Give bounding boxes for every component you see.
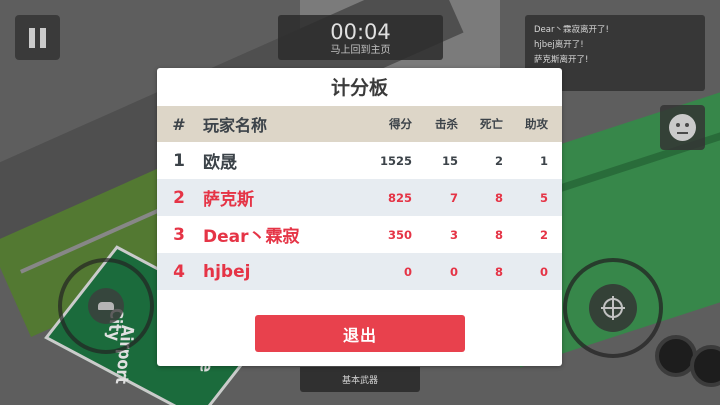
player-score: 1525 (379, 153, 412, 168)
scoreboard-header-row: # 玩家名称 得分 击杀 死亡 助攻 (157, 106, 562, 142)
header-deaths: 死亡 (480, 117, 503, 131)
player-assists: 0 (539, 264, 548, 279)
player-deaths: 2 (494, 153, 503, 168)
player-score: 0 (403, 264, 412, 279)
player-rank: 4 (173, 261, 185, 282)
table-row: 2 萨克斯 825 7 8 5 (157, 179, 562, 216)
table-row: 3 Dear丶霖寂 350 3 8 2 (157, 216, 562, 253)
exit-button[interactable]: 退出 (255, 315, 465, 352)
player-kills: 0 (449, 264, 458, 279)
player-score: 350 (387, 227, 412, 242)
player-name: 萨克斯 (203, 190, 254, 210)
player-deaths: 8 (494, 190, 503, 205)
header-score: 得分 (389, 117, 412, 131)
scoreboard-panel: 计分板 # 玩家名称 得分 击杀 死亡 助攻 1 欧晟 1525 15 2 1 … (157, 68, 562, 366)
player-name: Dear丶霖寂 (203, 227, 300, 247)
player-deaths: 8 (494, 227, 503, 242)
player-name: 欧晟 (203, 153, 237, 173)
player-kills: 15 (441, 153, 458, 168)
table-row: 4 hjbej 0 0 8 0 (157, 253, 562, 290)
scoreboard-title: 计分板 (330, 77, 388, 99)
player-assists: 2 (539, 227, 548, 242)
header-kills: 击杀 (435, 117, 458, 131)
table-row: 1 欧晟 1525 15 2 1 (157, 142, 562, 179)
player-name: hjbej (203, 261, 251, 282)
player-kills: 7 (449, 190, 458, 205)
header-name: 玩家名称 (203, 116, 268, 135)
player-deaths: 8 (494, 264, 503, 279)
player-kills: 3 (449, 227, 458, 242)
player-assists: 1 (539, 153, 548, 168)
header-rank: # (172, 114, 186, 134)
header-assists: 助攻 (525, 117, 548, 131)
player-score: 825 (387, 190, 412, 205)
player-rank: 1 (173, 150, 185, 171)
player-assists: 5 (539, 190, 548, 205)
player-rank: 2 (173, 187, 185, 208)
player-rank: 3 (173, 224, 185, 245)
